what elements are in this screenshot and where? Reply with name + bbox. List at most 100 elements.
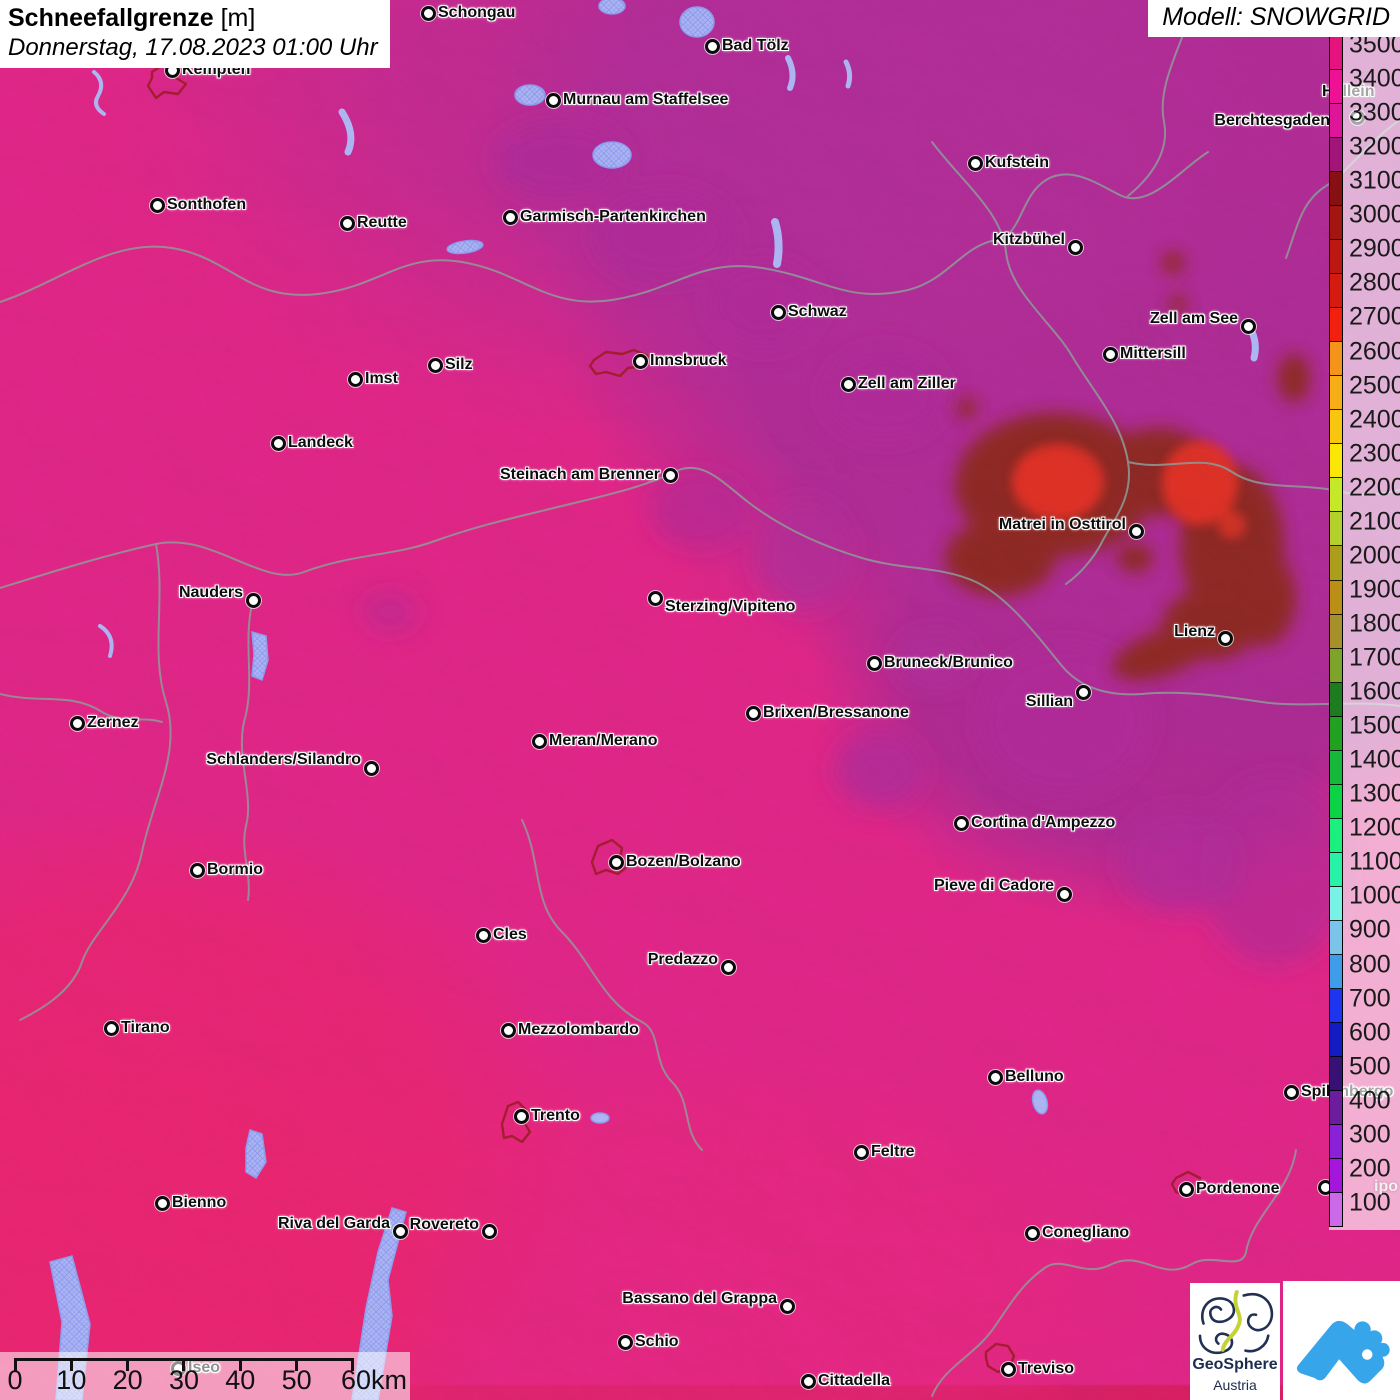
legend-tick-label: 700 xyxy=(1349,984,1391,1013)
legend-color-band xyxy=(1330,36,1342,71)
legend-tick-label: 600 xyxy=(1349,1018,1391,1047)
legend-color-band xyxy=(1330,852,1342,887)
legend-color-band xyxy=(1330,308,1342,343)
city-dot xyxy=(988,1070,1003,1085)
legend-tick-label: 3100 xyxy=(1349,166,1400,195)
legend-tick-label: 2000 xyxy=(1349,541,1400,570)
city-label: Matrei in Osttirol xyxy=(998,516,1126,533)
legend-color-band xyxy=(1330,750,1342,785)
city-label: Zernez xyxy=(87,714,139,731)
legend-tick-label: 2100 xyxy=(1349,507,1400,536)
city-label: Innsbruck xyxy=(650,352,727,369)
scalebar-tick-label: 40 xyxy=(225,1365,256,1395)
city-dot xyxy=(246,593,261,608)
legend-tick-label: 900 xyxy=(1349,915,1391,944)
legend-tick-label: 1800 xyxy=(1349,609,1400,638)
city-dot xyxy=(1179,1182,1194,1197)
city-label: Bruneck/Brunico xyxy=(884,654,1013,671)
city-dot xyxy=(771,305,786,320)
legend-color-band xyxy=(1330,104,1342,139)
legend-color-band xyxy=(1330,138,1342,173)
city-label: Pieve di Cadore xyxy=(933,877,1054,894)
legend-tick-label: 500 xyxy=(1349,1052,1391,1081)
city-dot xyxy=(1218,631,1233,646)
legend-tick-label: 1000 xyxy=(1349,881,1400,910)
legend-color-band xyxy=(1330,920,1342,955)
city-dot xyxy=(104,1021,119,1036)
city-label: Garmisch-Partenkirchen xyxy=(520,208,706,225)
city-label: Feltre xyxy=(871,1143,915,1160)
scalebar-tick-label: 60km xyxy=(340,1365,407,1395)
legend-tick-label: 1300 xyxy=(1349,779,1400,808)
city-label: Mezzolombardo xyxy=(518,1021,639,1038)
city-dot xyxy=(1068,240,1083,255)
city-dot xyxy=(271,436,286,451)
city-label: Brixen/Bressanone xyxy=(763,704,909,721)
legend-color-band xyxy=(1330,274,1342,309)
legend-color-band xyxy=(1330,478,1342,513)
legend-tick-label: 1400 xyxy=(1349,745,1400,774)
legend-color-band xyxy=(1330,1022,1342,1057)
scalebar-tick-label: 30 xyxy=(168,1365,199,1395)
city-label: Bormio xyxy=(207,861,263,878)
city-dot xyxy=(721,960,736,975)
legend-color-band xyxy=(1330,784,1342,819)
city-dot xyxy=(648,591,663,606)
city-label: Meran/Merano xyxy=(549,732,658,749)
city-label: Kitzbühel xyxy=(993,231,1065,248)
city-dot xyxy=(546,93,561,108)
legend-tick-label: 3000 xyxy=(1349,200,1400,229)
legend-tick-label: 400 xyxy=(1349,1086,1391,1115)
city-dot xyxy=(1284,1085,1299,1100)
legend-tick-label: 1200 xyxy=(1349,813,1400,842)
city-dot xyxy=(663,468,678,483)
city-label: Bassano del Grappa xyxy=(622,1290,777,1307)
city-label: Sonthofen xyxy=(167,196,247,213)
city-dot xyxy=(70,716,85,731)
city-dot xyxy=(348,372,363,387)
city-label: Schongau xyxy=(438,4,516,21)
legend-tick-label: 2800 xyxy=(1349,268,1400,297)
legend-color-band xyxy=(1330,512,1342,547)
model-name-box: Modell: SNOWGRID xyxy=(1148,0,1400,37)
city-dot xyxy=(1025,1226,1040,1241)
city-label: Trento xyxy=(531,1107,580,1124)
blue-mountain-icon xyxy=(1296,1320,1390,1384)
legend-tick-label: 3300 xyxy=(1349,98,1400,127)
city-label: Tirano xyxy=(121,1019,170,1036)
city-label: Murnau am Staffelsee xyxy=(563,91,729,108)
city-label: Schlanders/Silandro xyxy=(206,751,361,768)
city-dot xyxy=(609,855,624,870)
avalanche-report-logo xyxy=(1283,1281,1400,1400)
city-dot xyxy=(532,734,547,749)
city-label: Zell am Ziller xyxy=(858,375,956,392)
city-dot xyxy=(801,1374,816,1389)
city-dot xyxy=(190,863,205,878)
city-label: Sillian xyxy=(1025,693,1073,710)
legend-color-band xyxy=(1330,580,1342,615)
city-label: Pordenone xyxy=(1196,1180,1280,1197)
city-label: Predazzo xyxy=(647,951,718,968)
legend-tick-label: 800 xyxy=(1349,950,1391,979)
city-label: Sterzing/Vipiteno xyxy=(665,598,796,615)
city-dot xyxy=(854,1145,869,1160)
city-dot xyxy=(633,354,648,369)
city-dot xyxy=(476,928,491,943)
city-label: Silz xyxy=(445,356,473,373)
city-label: Conegliano xyxy=(1042,1224,1130,1241)
city-label: Kufstein xyxy=(985,154,1049,171)
partial-city-label: ipo xyxy=(1374,1178,1398,1195)
legend-tick-label: 2200 xyxy=(1349,473,1400,502)
page-title: Schneefallgrenze [m] xyxy=(8,4,378,34)
geosphere-austria-logo: GeoSphere Austria xyxy=(1190,1283,1280,1400)
legend-tick-label: 2300 xyxy=(1349,439,1400,468)
legend-tick-label: 1500 xyxy=(1349,711,1400,740)
city-label: Cittadella xyxy=(818,1372,891,1389)
city-dot xyxy=(841,377,856,392)
legend-color-band xyxy=(1330,954,1342,989)
distance-scalebar: 0 10 20 30 40 50 60km xyxy=(0,1352,410,1400)
city-dot xyxy=(340,216,355,231)
city-dot xyxy=(1241,319,1256,334)
city-label: Belluno xyxy=(1005,1068,1064,1085)
city-label: Schio xyxy=(635,1333,679,1350)
